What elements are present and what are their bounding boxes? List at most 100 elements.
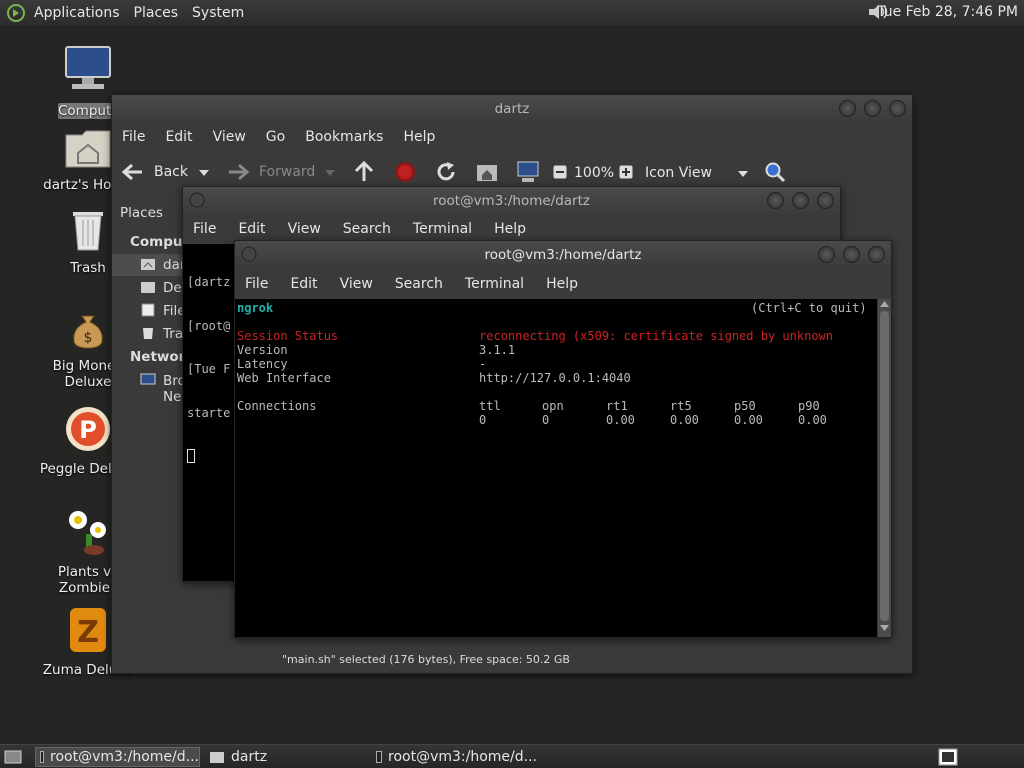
menu-search[interactable]: Search [343,221,391,237]
bottom-panel: root@vm3:/home/d... dartz root@vm3:/home… [0,744,1024,768]
maximize-button[interactable] [792,192,809,209]
web-interface-label: Web Interface [237,371,331,385]
menu-search[interactable]: Search [395,276,443,292]
show-desktop-icon[interactable] [4,748,22,764]
minimize-button[interactable] [767,192,784,209]
system-menu[interactable]: System [192,5,244,21]
zoom-out-icon[interactable] [553,165,567,179]
menu-edit[interactable]: Edit [165,129,192,145]
conn-header-ttl: ttl [479,399,501,413]
scroll-up-icon[interactable] [878,299,891,309]
menu-file[interactable]: File [193,221,216,237]
status-text: "main.sh" selected (176 bytes), Free spa… [282,653,570,666]
terminal-scrollbar[interactable] [878,299,891,637]
computer-icon[interactable] [516,161,540,183]
workspace-switcher-icon[interactable] [938,748,958,766]
home-folder-icon [65,130,111,168]
home-folder-icon [210,752,224,763]
forward-arrow-icon [229,163,249,181]
search-icon[interactable] [764,161,786,183]
conn-header-rt5: rt5 [670,399,692,413]
close-button[interactable] [889,100,906,117]
svg-text:$: $ [84,330,93,346]
home-icon[interactable] [476,162,498,182]
places-menu[interactable]: Places [134,5,179,21]
window-title: dartz [494,101,530,117]
top-panel: Applications Places System Tue Feb 28, 7… [0,0,1024,25]
terminal-titlebar[interactable]: root@vm3:/home/dartz [235,241,891,269]
back-dropdown-icon[interactable] [198,169,210,177]
file-manager-menubar: File Edit View Go Bookmarks Help [112,123,912,151]
window-menu-icon[interactable] [241,246,257,262]
scroll-down-icon[interactable] [878,623,891,633]
terminal-icon [40,751,45,763]
up-arrow-icon[interactable] [354,161,374,183]
reload-icon[interactable] [435,161,457,183]
terminal-titlebar[interactable]: root@vm3:/home/dartz [183,187,840,215]
taskbar-item-terminal-2[interactable]: root@vm3:/home/d... [372,747,537,767]
forward-button[interactable]: Forward [227,163,315,181]
scrollbar-thumb[interactable] [880,311,889,621]
stop-icon[interactable] [394,161,416,183]
window-menu-icon[interactable] [189,192,205,208]
file-manager-titlebar[interactable]: dartz [112,95,912,123]
menu-terminal[interactable]: Terminal [465,276,524,292]
menu-bookmarks[interactable]: Bookmarks [305,129,383,145]
conn-header-p90: p90 [798,399,820,413]
zoom-in-icon[interactable] [619,165,633,179]
back-button[interactable]: Back [122,163,188,181]
peggle-icon: P [66,407,110,451]
menu-help[interactable]: Help [403,129,435,145]
version-label: Version [237,343,288,357]
conn-value-ttl: 0 [479,413,487,427]
maximize-button[interactable] [843,246,860,263]
cursor [187,449,195,463]
menu-help[interactable]: Help [494,221,526,237]
applications-menu[interactable]: Applications [34,5,120,21]
terminal-output[interactable]: ngrok (Ctrl+C to quit) Session Status re… [235,299,877,637]
clock[interactable]: Tue Feb 28, 7:46 PM [877,4,1018,20]
minimize-button[interactable] [839,100,856,117]
terminal-icon [376,751,383,763]
plants-icon [69,511,106,555]
menu-view[interactable]: View [288,221,321,237]
svg-text:P: P [79,416,97,444]
conn-header-p50: p50 [734,399,756,413]
quit-hint: (Ctrl+C to quit) [751,301,867,315]
window-title: root@vm3:/home/dartz [484,247,642,263]
sidebar-header[interactable]: Places [120,205,163,221]
taskbar-item-dartz[interactable]: dartz [205,747,370,767]
close-button[interactable] [868,246,885,263]
chevron-down-icon [738,171,748,177]
session-status-value: reconnecting (x509: certificate signed b… [479,329,834,343]
menu-go[interactable]: Go [266,129,285,145]
forward-dropdown-icon[interactable] [324,169,336,177]
menu-file[interactable]: File [245,276,268,292]
view-mode-select[interactable]: Icon View [645,165,751,181]
conn-value-rt5: 0.00 [670,413,699,427]
web-interface-value: http://127.0.0.1:4040 [479,371,631,385]
latency-value: - [479,357,487,371]
menu-view[interactable]: View [340,276,373,292]
conn-header-rt1: rt1 [606,399,628,413]
version-value: 3.1.1 [479,343,516,357]
zoom-level[interactable]: 100% [574,165,614,181]
menu-file[interactable]: File [122,129,145,145]
menu-terminal[interactable]: Terminal [413,221,472,237]
distro-logo-icon[interactable] [6,3,26,23]
menu-view[interactable]: View [213,129,246,145]
minimize-button[interactable] [818,246,835,263]
terminal-window-front: root@vm3:/home/dartz File Edit View Sear… [234,240,892,638]
trash-icon [143,328,153,339]
conn-value-opn: 0 [542,413,550,427]
session-status-label: Session Status [237,329,339,343]
menu-help[interactable]: Help [546,276,578,292]
close-button[interactable] [817,192,834,209]
ngrok-app-name: ngrok [237,301,274,315]
maximize-button[interactable] [864,100,881,117]
menu-edit[interactable]: Edit [290,276,317,292]
status-bar: "main.sh" selected (176 bytes), Free spa… [272,647,912,673]
taskbar-item-terminal-1[interactable]: root@vm3:/home/d... [35,747,200,767]
network-icon [140,373,156,385]
menu-edit[interactable]: Edit [238,221,265,237]
